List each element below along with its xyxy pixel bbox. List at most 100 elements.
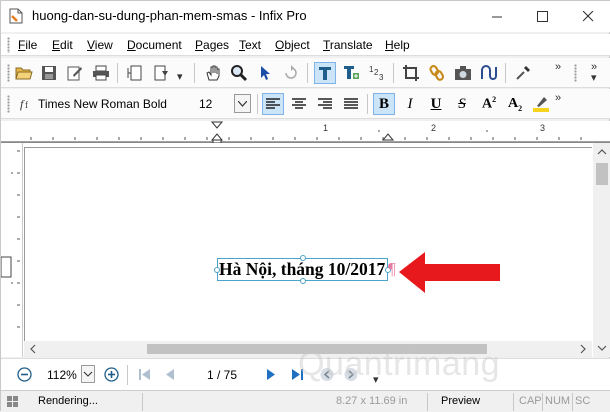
save-button[interactable] — [38, 62, 60, 84]
underline-button[interactable]: U — [425, 93, 447, 115]
close-icon — [582, 11, 593, 22]
status-caps-lock: CAP — [519, 395, 542, 407]
toolbar-overflow-icon[interactable]: » — [555, 61, 561, 73]
next-page-icon[interactable] — [265, 368, 277, 381]
horizontal-ruler[interactable]: 1 2 3 — [1, 121, 610, 143]
vertical-ruler[interactable] — [0, 143, 23, 357]
svg-text:3: 3 — [379, 73, 384, 82]
document-text[interactable]: Hà Nội, tháng 10/2017 — [219, 259, 385, 280]
chevron-down-icon — [238, 100, 247, 107]
font-size-dropdown[interactable] — [234, 94, 251, 113]
menu-document[interactable]: Document — [127, 38, 182, 52]
crop-button[interactable] — [400, 62, 422, 84]
scroll-up-icon[interactable] — [593, 145, 610, 159]
scroll-left-icon[interactable] — [26, 341, 40, 357]
app-window: huong-dan-su-dung-phan-mem-smas - Infix … — [0, 0, 610, 412]
align-left-icon — [266, 98, 280, 109]
highlight-button[interactable] — [530, 93, 552, 115]
bold-button[interactable]: B — [373, 93, 395, 115]
link-button[interactable] — [426, 62, 448, 84]
path-tool-button[interactable] — [478, 62, 500, 84]
font-name-field[interactable]: Times New Roman Bold — [38, 97, 167, 111]
strikethrough-icon: S — [458, 95, 466, 112]
text-tool-button[interactable] — [314, 62, 336, 84]
page-indicator[interactable]: 1 / 75 — [207, 368, 237, 382]
rotate-icon — [285, 65, 297, 79]
menu-bar: File Edit View Document Pages Text Objec… — [1, 34, 610, 56]
superscript-button[interactable]: A2 — [478, 93, 500, 115]
menu-object[interactable]: Object — [275, 38, 310, 52]
camera-icon — [455, 66, 471, 80]
numbering-button[interactable]: 123 — [366, 62, 388, 84]
document-page[interactable] — [24, 147, 592, 345]
toolbar-grip[interactable] — [7, 64, 10, 82]
open-button[interactable] — [13, 62, 35, 84]
menu-file[interactable]: File — [18, 38, 37, 52]
vertical-scroll-thumb[interactable] — [596, 163, 608, 185]
select-tool-button[interactable] — [254, 62, 276, 84]
zoom-out-icon[interactable] — [17, 367, 32, 382]
align-left-button[interactable] — [262, 93, 284, 115]
eyedropper-button[interactable] — [512, 62, 534, 84]
rotate-tool-button[interactable] — [280, 62, 302, 84]
image-button[interactable] — [452, 62, 474, 84]
vertical-ruler-ticks — [0, 150, 20, 328]
toolbar-grip-right[interactable] — [574, 64, 577, 82]
close-button[interactable] — [565, 1, 610, 32]
page-properties-button[interactable] — [124, 62, 146, 84]
align-right-button[interactable] — [314, 93, 336, 115]
subscript-icon: A2 — [507, 95, 523, 113]
menu-translate[interactable]: Translate — [323, 38, 373, 52]
italic-button[interactable]: I — [399, 93, 421, 115]
main-toolbar: ▾ 123 » » ▾ — [1, 58, 610, 88]
zoom-level[interactable]: 112% — [47, 368, 77, 382]
zoom-dropdown[interactable] — [81, 365, 95, 383]
subscript-button[interactable]: A2 — [504, 93, 526, 115]
strikethrough-button[interactable]: S — [451, 93, 473, 115]
link-icon — [429, 65, 445, 81]
chevron-down-icon — [83, 371, 93, 377]
status-scroll-lock: SC — [575, 395, 591, 407]
minimize-button[interactable] — [474, 1, 520, 32]
first-page-icon[interactable] — [138, 368, 152, 381]
menu-edit[interactable]: Edit — [52, 38, 73, 52]
vertical-scrollbar[interactable] — [593, 143, 610, 357]
align-center-button[interactable] — [288, 93, 310, 115]
edit-document-button[interactable] — [64, 62, 86, 84]
zoom-tool-button[interactable] — [228, 62, 250, 84]
arrow-pointer-icon — [261, 66, 270, 80]
font-size-field[interactable]: 12 — [199, 97, 212, 111]
scroll-right-icon[interactable] — [576, 341, 590, 357]
align-justify-button[interactable] — [340, 93, 362, 115]
document-area[interactable] — [0, 143, 610, 357]
hand-tool-button[interactable] — [202, 62, 224, 84]
paragraph-mark: ¶ — [388, 259, 396, 278]
toolbar-overflow-dropdown[interactable]: ▾ — [591, 71, 597, 84]
menu-text[interactable]: Text — [239, 38, 261, 52]
scroll-down-icon[interactable] — [593, 341, 610, 355]
status-rendering: Rendering... — [38, 395, 98, 407]
insert-page-button[interactable] — [150, 62, 172, 84]
bold-icon: B — [378, 95, 389, 112]
format-toolbar: ff Times New Roman Bold 12 B I U S A2 A2… — [1, 89, 610, 119]
maximize-button[interactable] — [519, 1, 565, 32]
status-page-size: 8.27 x 11.69 in — [336, 395, 408, 407]
superscript-icon: A2 — [481, 95, 497, 112]
text-frame-button[interactable] — [340, 62, 362, 84]
menu-help[interactable]: Help — [385, 38, 410, 52]
format-toolbar-grip[interactable] — [7, 95, 10, 113]
menu-grip[interactable] — [7, 37, 10, 53]
format-overflow-icon[interactable]: » — [555, 92, 561, 104]
infix-app-icon — [9, 8, 23, 24]
align-justify-icon — [344, 98, 358, 109]
svg-text:f: f — [25, 100, 28, 110]
save-icon — [42, 66, 56, 80]
print-button[interactable] — [90, 62, 112, 84]
zoom-in-icon[interactable] — [104, 367, 119, 382]
menu-pages[interactable]: Pages — [195, 38, 229, 52]
previous-page-icon[interactable] — [164, 368, 176, 381]
minimize-icon — [491, 16, 502, 18]
toolbar-dropdown-arrow[interactable]: ▾ — [177, 70, 183, 83]
menu-view[interactable]: View — [87, 38, 113, 52]
magnifier-icon — [231, 65, 248, 82]
